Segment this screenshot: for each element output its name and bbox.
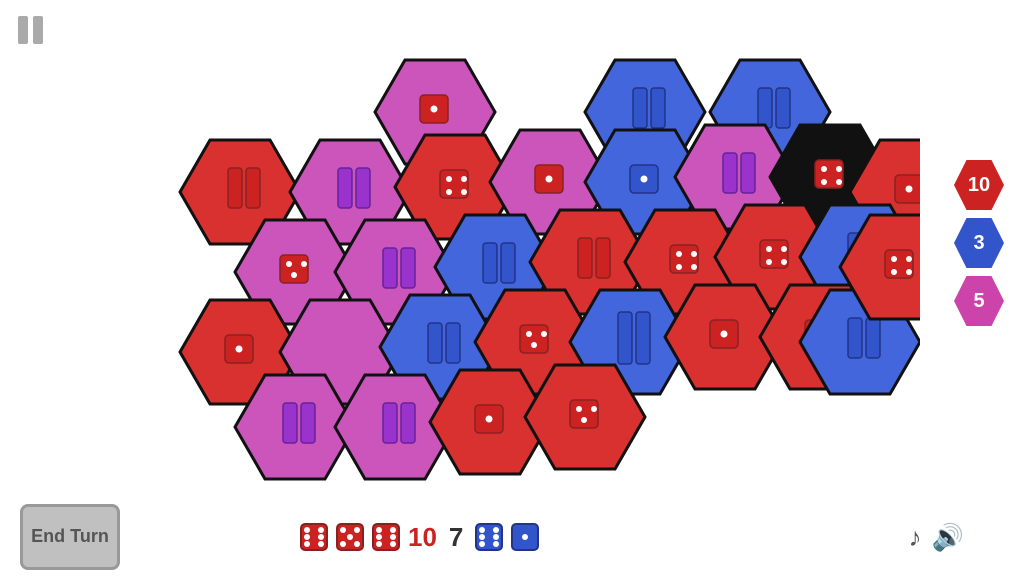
- score-area: 10 7: [300, 522, 539, 553]
- score-separator: 7: [449, 522, 463, 553]
- red-score: 10: [408, 522, 437, 553]
- speaker-icon[interactable]: 🔊: [932, 522, 964, 553]
- bottom-bar: End Turn 10: [0, 497, 1024, 577]
- army-count-red: 10: [954, 160, 1004, 210]
- side-panel: 10 3 5: [954, 160, 1004, 326]
- score-die-blue-2: [511, 523, 539, 551]
- army-count-pink: 5: [954, 276, 1004, 326]
- end-turn-button[interactable]: End Turn: [20, 504, 120, 570]
- pause-bar-left: [18, 16, 28, 44]
- game-board[interactable]: .hex-cell { stroke: #111; stroke-width: …: [80, 50, 920, 500]
- pause-bar-right: [33, 16, 43, 44]
- music-icon[interactable]: ♪: [909, 522, 922, 553]
- score-die-red-3: [372, 523, 400, 551]
- army-count-blue: 3: [954, 218, 1004, 268]
- pause-button[interactable]: [12, 12, 48, 48]
- score-die-red-1: [300, 523, 328, 551]
- score-die-blue-1: [475, 523, 503, 551]
- sound-area[interactable]: ♪ 🔊: [909, 522, 964, 553]
- score-die-red-2: [336, 523, 364, 551]
